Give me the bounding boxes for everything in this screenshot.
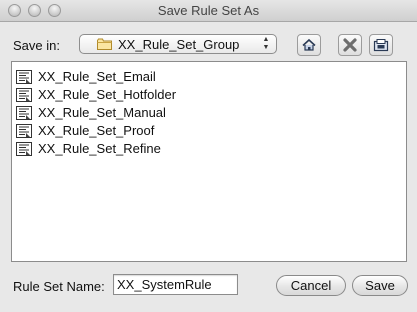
file-name: XX_Rule_Set_Manual: [38, 105, 166, 120]
new-folder-button[interactable]: [369, 34, 393, 56]
list-item[interactable]: XX_Rule_Set_Email: [16, 68, 396, 86]
rule-set-file-icon: [16, 70, 32, 84]
save-button[interactable]: Save: [352, 275, 408, 296]
list-item[interactable]: XX_Rule_Set_Proof: [16, 122, 396, 140]
file-name: XX_Rule_Set_Proof: [38, 123, 155, 138]
file-name: XX_Rule_Set_Hotfolder: [38, 87, 177, 102]
rule-set-name-label: Rule Set Name:: [13, 279, 105, 294]
cancel-button[interactable]: Cancel: [276, 275, 346, 296]
home-button[interactable]: [297, 34, 321, 56]
chevron-up-down-icon: ▲ ▼: [262, 36, 270, 51]
new-folder-icon: [373, 39, 389, 52]
save-in-folder-select[interactable]: XX_Rule_Set_Group ▲ ▼: [79, 34, 277, 54]
file-name: XX_Rule_Set_Refine: [38, 141, 161, 156]
selected-folder-value: XX_Rule_Set_Group: [118, 37, 240, 52]
file-name: XX_Rule_Set_Email: [38, 69, 156, 84]
window-title: Save Rule Set As: [157, 3, 260, 18]
list-item[interactable]: XX_Rule_Set_Manual: [16, 104, 396, 122]
folder-icon: [97, 38, 112, 50]
rule-set-file-icon: [16, 142, 32, 156]
rule-set-file-icon: [16, 124, 32, 138]
save-rule-set-dialog: Save Rule Set As Save in: XX_Rule_Set_Gr…: [0, 0, 417, 312]
rule-set-name-input[interactable]: [113, 274, 238, 295]
rule-set-file-icon: [16, 88, 32, 102]
rule-set-file-list[interactable]: XX_Rule_Set_Email XX_Rule_Set_Hotfolder …: [11, 61, 407, 262]
list-item[interactable]: XX_Rule_Set_Refine: [16, 140, 396, 158]
list-item[interactable]: XX_Rule_Set_Hotfolder: [16, 86, 396, 104]
home-icon: [302, 38, 316, 51]
delete-button[interactable]: [338, 34, 362, 56]
title-bar[interactable]: Save Rule Set As: [0, 0, 417, 22]
rule-set-file-icon: [16, 106, 32, 120]
save-in-label: Save in:: [13, 38, 60, 53]
delete-icon: [343, 38, 357, 52]
